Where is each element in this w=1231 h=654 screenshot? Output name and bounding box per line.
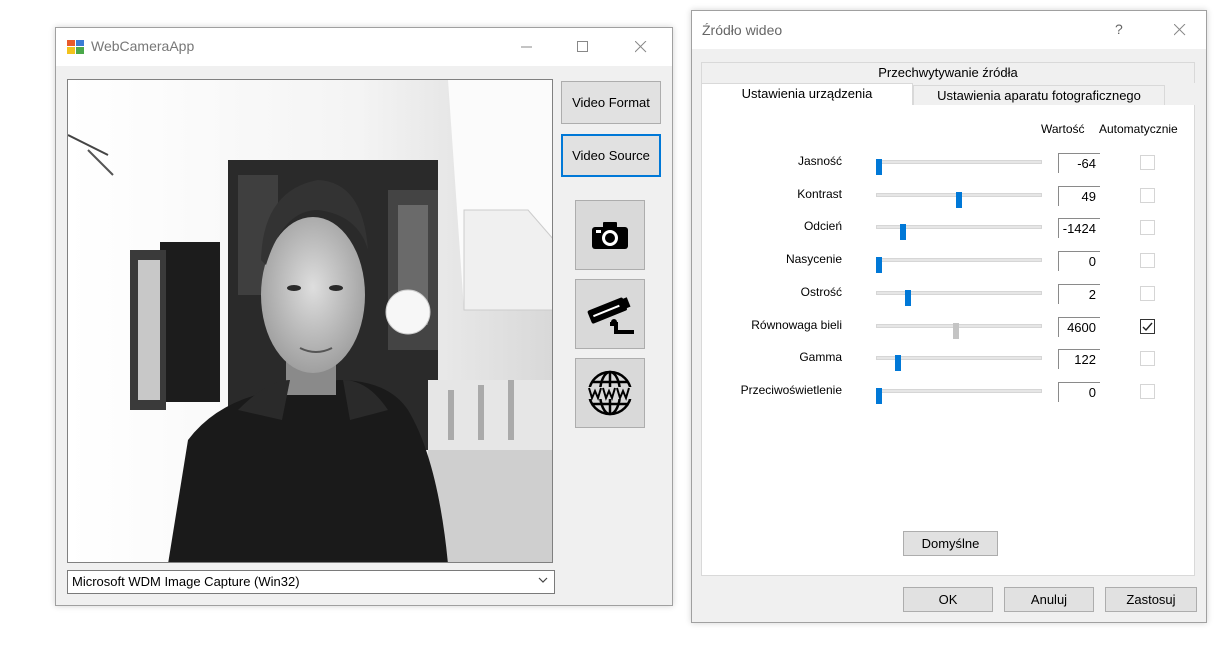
video-format-button[interactable]: Video Format (561, 81, 661, 124)
app-icon (67, 40, 84, 54)
camera-frame-image (68, 80, 552, 562)
auto-checkbox[interactable] (1140, 285, 1155, 301)
minimize-button[interactable] (504, 28, 550, 66)
dialog-title-bar: Źródło wideo ? (692, 11, 1206, 49)
window-title: WebCameraApp (91, 38, 195, 54)
property-value-field[interactable]: 49 (1058, 185, 1100, 206)
property-label: Jasność (797, 154, 842, 168)
auto-checkbox[interactable] (1140, 383, 1155, 399)
cancel-button[interactable]: Anuluj (1004, 587, 1094, 612)
auto-checkbox[interactable] (1140, 155, 1155, 170)
slider-thumb[interactable] (876, 257, 882, 274)
property-label: Równowaga bieli (751, 317, 842, 332)
slider-thumb[interactable] (876, 387, 882, 404)
property-value-field[interactable]: -64 (1058, 153, 1100, 173)
minimize-icon (521, 46, 532, 48)
maximize-button[interactable] (560, 28, 606, 66)
property-slider[interactable] (876, 289, 1042, 306)
security-camera-icon (587, 297, 634, 334)
property-slider[interactable] (876, 322, 1042, 339)
chevron-down-icon (538, 577, 548, 583)
property-row: Równowaga bieli 4600 (692, 316, 1208, 339)
property-slider[interactable] (876, 224, 1042, 241)
web-stream-button[interactable] (575, 358, 645, 428)
slider-thumb[interactable] (956, 191, 962, 208)
property-label: Przeciwoświetlenie (740, 382, 842, 397)
auto-checkbox[interactable] (1140, 351, 1155, 367)
property-row: Przeciwoświetlenie 0 (692, 381, 1208, 404)
property-label: Odcień (803, 219, 842, 234)
auto-checkbox[interactable] (1140, 253, 1155, 269)
checkmark-icon (1142, 322, 1153, 331)
title-bar: WebCameraApp (56, 28, 672, 66)
cctv-button[interactable] (575, 279, 645, 349)
property-row: Ostrość 2 (692, 283, 1208, 306)
ok-button[interactable]: OK (903, 587, 993, 612)
property-row: Kontrast 49 (692, 185, 1208, 208)
maximize-icon (577, 41, 588, 52)
property-row: Nasycenie 0 (692, 250, 1208, 274)
device-select-value: Microsoft WDM Image Capture (Win32) (72, 574, 300, 589)
slider-thumb[interactable] (900, 224, 906, 241)
webcamera-app-window: WebCameraApp Video Format Video Source M… (55, 27, 673, 606)
property-slider[interactable] (876, 257, 1042, 274)
property-row: Jasność -64 (692, 152, 1208, 175)
help-button[interactable]: ? (1115, 21, 1123, 37)
property-value-field[interactable]: 2 (1058, 283, 1100, 304)
property-label: Kontrast (797, 186, 842, 201)
slider-thumb[interactable] (895, 355, 901, 372)
property-slider[interactable] (876, 387, 1042, 404)
property-value-field[interactable]: 0 (1058, 381, 1100, 402)
close-icon (635, 41, 647, 53)
tab-device-settings[interactable]: Ustawienia urządzenia (701, 83, 913, 106)
slider-thumb[interactable] (905, 289, 911, 306)
property-label: Nasycenie (785, 252, 842, 267)
camera-preview (67, 79, 553, 563)
property-value-field[interactable]: -1424 (1058, 218, 1100, 239)
dialog-title: Źródło wideo (702, 22, 783, 38)
property-row: Gamma 122 (692, 348, 1208, 372)
camera-icon (592, 222, 628, 249)
property-slider[interactable] (876, 191, 1042, 208)
property-row: Odcień -1424 (692, 217, 1208, 241)
property-value-field[interactable]: 4600 (1058, 316, 1100, 337)
auto-checkbox[interactable] (1140, 187, 1155, 203)
tab-camera-settings[interactable]: Ustawienia aparatu fotograficznego (913, 85, 1165, 106)
video-source-dialog: Źródło wideo ? Przechwytywanie źródła Us… (691, 10, 1207, 623)
snapshot-button[interactable] (575, 200, 645, 270)
slider-thumb[interactable] (953, 322, 959, 339)
apply-button[interactable]: Zastosuj (1105, 587, 1197, 612)
www-globe-icon (587, 370, 633, 416)
property-value-field[interactable]: 0 (1058, 251, 1100, 272)
property-slider[interactable] (876, 159, 1042, 175)
close-icon (1174, 24, 1186, 36)
close-button[interactable] (618, 28, 664, 66)
auto-checkbox[interactable] (1140, 318, 1155, 334)
property-value-field[interactable]: 122 (1058, 349, 1100, 370)
device-select[interactable]: Microsoft WDM Image Capture (Win32) (67, 570, 555, 594)
tab-source-capture[interactable]: Przechwytywanie źródła (701, 62, 1195, 83)
property-slider[interactable] (876, 355, 1042, 372)
auto-column-header: Automatycznie (1099, 122, 1178, 136)
property-label: Gamma (799, 350, 842, 365)
defaults-button[interactable]: Domyślne (903, 531, 998, 556)
dialog-close-button[interactable] (1157, 11, 1203, 49)
device-settings-panel (701, 105, 1195, 576)
value-column-header: Wartość (1041, 122, 1085, 136)
slider-thumb[interactable] (876, 159, 882, 175)
auto-checkbox[interactable] (1140, 220, 1155, 236)
video-source-button[interactable]: Video Source (561, 134, 661, 177)
property-label: Ostrość (800, 284, 842, 299)
